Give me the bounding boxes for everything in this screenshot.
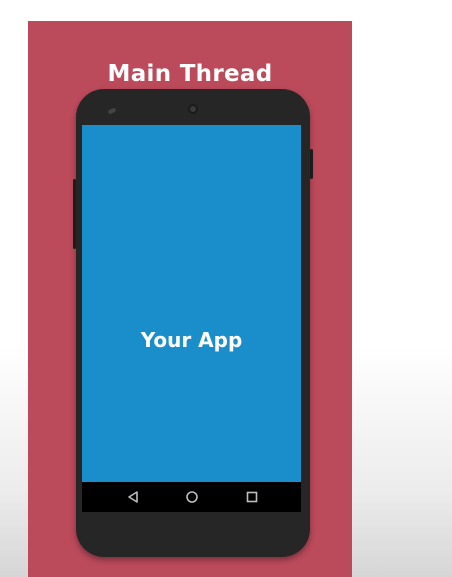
panel-title: Main Thread (107, 61, 273, 87)
back-icon[interactable] (123, 487, 143, 507)
android-nav-bar (82, 482, 301, 512)
home-icon[interactable] (182, 487, 202, 507)
front-camera-icon (188, 104, 198, 114)
android-phone: Your App (73, 89, 313, 557)
phone-side-button-right (310, 149, 313, 179)
app-label: Your App (140, 328, 243, 352)
app-screen[interactable]: Your App (82, 125, 301, 482)
recents-icon[interactable] (242, 487, 262, 507)
phone-side-button-left (73, 179, 76, 249)
phone-sensor (107, 107, 117, 115)
